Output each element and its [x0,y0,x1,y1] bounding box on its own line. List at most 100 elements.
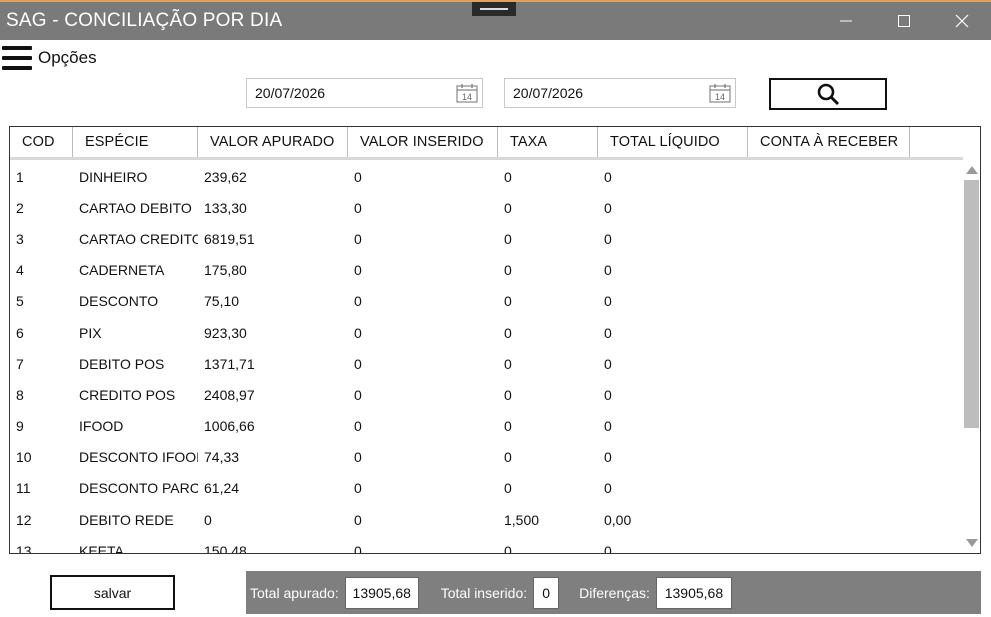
table-cell: KEETA [79,542,124,554]
table-cell: 0 [504,542,512,554]
maximize-button[interactable] [875,2,933,40]
table-cell: 0,00 [604,511,632,528]
table-cell: 0 [504,480,512,497]
table-cell: 0 [354,230,362,247]
table-cell: 0 [604,293,612,310]
table-cell: DEBITO REDE [79,511,174,528]
close-icon [955,14,969,28]
table-row[interactable]: 7 DEBITO POS 1371,71 0 0 0 [10,348,963,379]
taskbar-thumbnail [472,2,516,16]
table-cell: 0 [604,449,612,466]
search-button[interactable] [769,78,887,110]
table-cell: DEBITO POS [79,355,165,372]
scroll-down-icon[interactable] [966,539,978,547]
table-row[interactable]: 6 PIX 923,30 0 0 0 [10,317,963,348]
table-cell: CARTAO DEBITO [79,199,192,216]
table-cell: DESCONTO PARC [79,480,198,497]
column-header[interactable]: VALOR APURADO [198,127,348,157]
table-cell: 0 [504,262,512,279]
grid-body: 1 DINHEIRO 239,62 0 0 0 2 CARTAO DEBITO 133,30 0 0… [10,161,963,554]
minimize-icon [840,20,852,22]
date-start-value: 20/07/2026 [255,85,326,101]
calendar-day-start: 14 [462,92,472,102]
calendar-day-end: 14 [715,92,725,102]
save-button[interactable]: salvar [50,575,175,610]
close-button[interactable] [933,2,991,40]
table-cell: 0 [604,480,612,497]
table-cell: 5 [16,293,24,310]
diferencas-label: Diferenças: [579,584,650,601]
column-header[interactable]: TOTAL LÍQUIDO [598,127,748,157]
column-header[interactable]: COD [10,127,73,157]
table-cell: 74,33 [204,449,240,466]
table-cell: 6 [16,324,24,341]
grid-header: COD ESPÉCIE VALOR APURADO VALOR INSERIDO TAX… [10,127,963,160]
totals-bar: Total apurado: 13905,68 Total inserido: … [246,571,981,614]
table-cell: 150,48 [204,542,247,554]
column-header[interactable]: VALOR INSERIDO [348,127,498,157]
date-end-value: 20/07/2026 [513,85,584,101]
table-cell: 0 [604,230,612,247]
table-cell: 0 [354,168,362,185]
vertical-scrollbar[interactable] [963,161,980,553]
table-cell: 2 [16,199,24,216]
hamburger-icon [2,46,32,70]
table-cell: 0 [504,168,512,185]
table-cell: 0 [354,386,362,403]
table-cell: CREDITO POS [79,386,176,403]
table-cell: 1371,71 [204,355,255,372]
table-row[interactable]: 4 CADERNETA 175,80 0 0 0 [10,255,963,286]
table-row[interactable]: 5 DESCONTO 75,10 0 0 0 [10,286,963,317]
table-cell: 0 [604,386,612,403]
diferencas-field: 13905,68 [655,576,732,609]
table-row[interactable]: 3 CARTAO CREDITO 6819,51 0 0 0 [10,223,963,254]
minimize-button[interactable] [817,2,875,40]
total-apurado-field: 13905,68 [344,576,419,609]
table-row[interactable]: 1 DINHEIRO 239,62 0 0 0 [10,161,963,192]
scroll-thumb[interactable] [964,180,979,428]
table-cell: 6819,51 [204,230,255,247]
table-cell: 13 [16,542,32,554]
table-cell: 75,10 [204,293,240,310]
table-cell: 0 [354,449,362,466]
table-cell: CADERNETA [79,262,165,279]
table-cell: 0 [354,542,362,554]
table-cell: 0 [604,418,612,435]
maximize-icon [898,15,910,27]
date-end-picker[interactable]: 20/07/2026 14 [504,78,736,108]
table-cell: 0 [604,168,612,185]
table-row[interactable]: 10 DESCONTO IFOOD 74,33 0 0 0 [10,442,963,473]
options-menu[interactable]: Opções [2,44,97,72]
scroll-up-icon[interactable] [966,166,978,174]
date-start-picker[interactable]: 20/07/2026 14 [246,78,483,108]
table-cell: 0 [504,418,512,435]
table-cell: 1 [16,168,24,185]
calendar-icon[interactable]: 14 [709,83,731,103]
table-row[interactable]: 12 DEBITO REDE 0 0 1,500 0,00 [10,504,963,535]
table-cell: 0 [604,355,612,372]
table-row[interactable]: 8 CREDITO POS 2408,97 0 0 0 [10,379,963,410]
table-cell: 0 [504,293,512,310]
table-cell: 1,500 [504,511,540,528]
table-cell: 0 [604,199,612,216]
table-cell: DESCONTO IFOOD [79,449,198,466]
column-header[interactable]: TAXA [498,127,598,157]
table-cell: 11 [16,480,31,497]
table-row[interactable]: 9 IFOOD 1006,66 0 0 0 [10,411,963,442]
table-cell: 0 [354,355,362,372]
table-row[interactable]: 2 CARTAO DEBITO 133,30 0 0 0 [10,192,963,223]
column-header[interactable]: ESPÉCIE [73,127,198,157]
table-row[interactable]: 11 DESCONTO PARC 61,24 0 0 0 [10,473,963,504]
table-cell: 0 [504,230,512,247]
table-cell: 923,30 [204,324,247,341]
total-inserido-field: 0 [533,576,560,609]
column-header[interactable]: CONTA À RECEBER [748,127,910,157]
calendar-icon[interactable]: 14 [456,83,478,103]
table-cell: 0 [354,324,362,341]
table-cell: 3 [16,230,24,247]
table-cell: 7 [16,355,24,372]
table-cell: 0 [604,324,612,341]
title-bar: SAG - CONCILIAÇÃO POR DIA [0,2,991,40]
conciliation-grid[interactable]: COD ESPÉCIE VALOR APURADO VALOR INSERIDO TAX… [9,126,981,554]
table-row[interactable]: 13 KEETA 150,48 0 0 0 [10,535,963,554]
